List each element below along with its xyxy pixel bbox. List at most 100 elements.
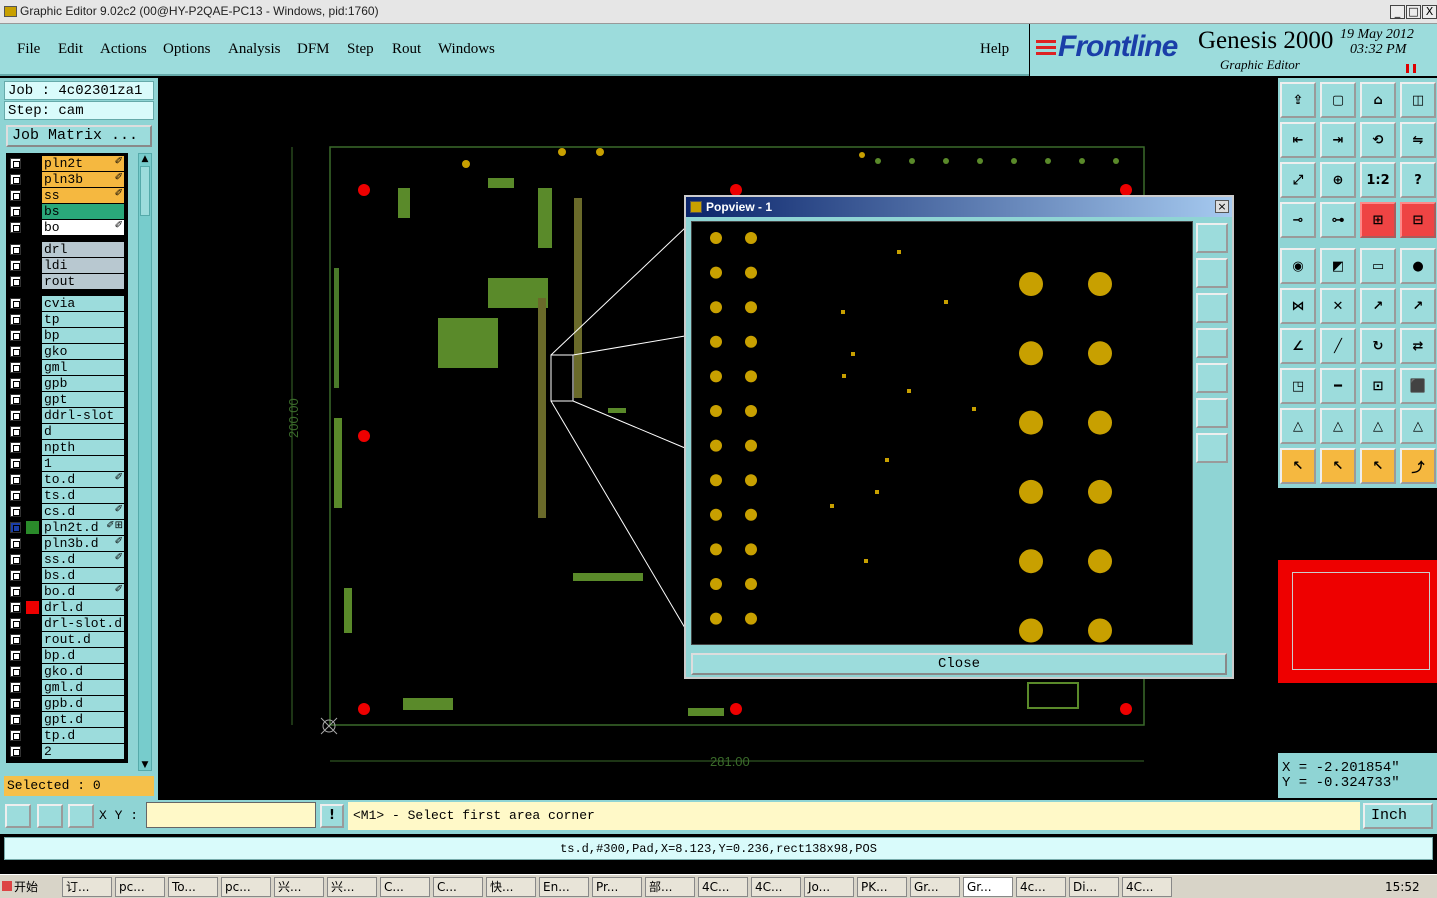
flip-icon[interactable]: ⇄ (1400, 328, 1436, 364)
layer-row[interactable]: pln2t ✐ (6, 156, 128, 171)
snap-icon[interactable] (5, 804, 31, 828)
snap-icon[interactable]: ⇋ (1400, 122, 1436, 158)
layer-name[interactable]: gml (42, 360, 124, 375)
color-icon[interactable]: ◩ (1320, 248, 1356, 284)
layer-checkbox[interactable] (10, 394, 21, 405)
layer-row[interactable]: rout.d (6, 632, 128, 647)
layer-checkbox[interactable] (10, 158, 21, 169)
popview-close-button[interactable]: Close (691, 653, 1227, 675)
layer-checkbox[interactable] (10, 570, 21, 581)
layer-row[interactable]: gpb (6, 376, 128, 391)
layer-row[interactable]: drl.d (6, 600, 128, 615)
layer-checkbox[interactable] (10, 314, 21, 325)
connect-icon[interactable]: ⋈ (1280, 288, 1316, 324)
layer-name[interactable]: cs.d (42, 504, 124, 519)
taskbar-item[interactable]: Pr... (592, 877, 642, 897)
zoom-fit-icon[interactable]: ⤢ (1280, 162, 1316, 198)
layer-checkbox[interactable] (10, 276, 21, 287)
rotate-icon[interactable]: ↻ (1360, 328, 1396, 364)
menu-windows[interactable]: Windows (438, 41, 495, 58)
taskbar-item[interactable]: C... (380, 877, 430, 897)
layer-name[interactable]: rout.d (42, 632, 124, 647)
tri3-icon[interactable]: △ (1360, 408, 1396, 444)
layer-row[interactable]: ldi (6, 258, 128, 273)
layer-row[interactable]: 1 (6, 456, 128, 471)
layer-name[interactable]: gpt.d (42, 712, 124, 727)
layer-row[interactable]: pln3b ✐ (6, 172, 128, 187)
layer-name[interactable]: drl-slot.d (42, 616, 124, 631)
cross-icon[interactable]: ✕ (1320, 288, 1356, 324)
taskbar-item[interactable]: Gr... (910, 877, 960, 897)
pop-zoom-in-icon[interactable] (1196, 223, 1228, 253)
taskbar-item[interactable]: Jo... (804, 877, 854, 897)
select2-icon[interactable]: ↖ (1360, 448, 1396, 484)
layer-checkbox[interactable] (10, 362, 21, 373)
taskbar-item[interactable]: PK... (857, 877, 907, 897)
layer-name[interactable]: npth (42, 440, 124, 455)
layer-name[interactable]: drl (42, 242, 124, 257)
layer-row[interactable]: gko (6, 344, 128, 359)
line-icon[interactable]: ╱ (1320, 328, 1356, 364)
menu-options[interactable]: Options (163, 41, 211, 58)
layer-row[interactable]: bp (6, 328, 128, 343)
step-icon[interactable]: ⟲ (1360, 122, 1396, 158)
layer-row[interactable]: gpb.d (6, 696, 128, 711)
grid-icon[interactable] (68, 804, 94, 828)
taskbar-item[interactable]: Di... (1069, 877, 1119, 897)
layer-checkbox[interactable] (10, 506, 21, 517)
zoom-icon[interactable]: ⊕ (1320, 162, 1356, 198)
taskbar-item[interactable]: 部... (645, 877, 695, 897)
layer-row[interactable]: pln2t.d ✐⊞ (6, 520, 128, 535)
layer-checkbox[interactable] (10, 222, 21, 233)
path-icon[interactable]: ⤴ (1400, 448, 1436, 484)
home-icon[interactable]: ⌂ (1360, 82, 1396, 118)
layer-row[interactable]: ts.d (6, 488, 128, 503)
layer-name[interactable]: bs (42, 204, 124, 219)
circle-icon[interactable]: ◉ (1280, 248, 1316, 284)
help-icon[interactable]: ? (1400, 162, 1436, 198)
layer-checkbox[interactable] (10, 666, 21, 677)
taskbar-item[interactable]: 4c... (1016, 877, 1066, 897)
close-window-button[interactable]: X (1422, 5, 1437, 19)
layer-name[interactable]: pln2t (42, 156, 124, 171)
layer-name[interactable]: bs.d (42, 568, 124, 583)
taskbar-item[interactable]: 订... (62, 877, 112, 897)
ruler-icon[interactable]: ▭ (1360, 248, 1396, 284)
layer-name[interactable]: pln3b.d (42, 536, 124, 551)
layer-row[interactable]: gko.d (6, 664, 128, 679)
save-icon[interactable]: ⇪ (1280, 82, 1316, 118)
layer-name[interactable]: ddrl-slot (42, 408, 124, 423)
measure-icon[interactable]: ⊸ (1280, 202, 1316, 238)
layer-name[interactable]: ss.d (42, 552, 124, 567)
menu-step[interactable]: Step (347, 41, 374, 58)
maximize-button[interactable]: □ (1406, 5, 1421, 19)
taskbar-item[interactable]: pc... (115, 877, 165, 897)
layer-row[interactable]: tp.d (6, 728, 128, 743)
layer-checkbox[interactable] (10, 410, 21, 421)
layer-checkbox[interactable] (10, 298, 21, 309)
tri4-icon[interactable]: △ (1400, 408, 1436, 444)
pause-icon[interactable] (1406, 64, 1416, 73)
layer-checkbox[interactable] (10, 746, 21, 757)
box-icon[interactable]: ◳ (1280, 368, 1316, 404)
layer-row[interactable]: bs (6, 204, 128, 219)
layer-checkbox[interactable] (10, 260, 21, 271)
layer-row[interactable]: cs.d ✐ (6, 504, 128, 519)
layer-row[interactable]: pln3b.d ✐ (6, 536, 128, 551)
layer-row[interactable]: 2 (6, 744, 128, 759)
center-icon[interactable]: ⊡ (1360, 368, 1396, 404)
scroll-up-icon[interactable]: ▲ (140, 154, 150, 164)
layer-row[interactable]: ss.d ✐ (6, 552, 128, 567)
menu-dfm[interactable]: DFM (297, 41, 330, 58)
units-dropdown[interactable]: Inch (1363, 803, 1433, 829)
pop-fit-icon[interactable] (1196, 398, 1228, 428)
layer-row[interactable]: to.d ✐ (6, 472, 128, 487)
layer-name[interactable]: bo (42, 220, 124, 235)
taskbar-item[interactable]: En... (539, 877, 589, 897)
shapes-icon[interactable]: ⬛ (1400, 368, 1436, 404)
angle-snap-icon[interactable] (37, 804, 63, 828)
scale-icon[interactable]: 1:2 (1360, 162, 1396, 198)
menu-edit[interactable]: Edit (58, 41, 83, 58)
menu-rout[interactable]: Rout (392, 41, 421, 58)
layer-name[interactable]: bo.d (42, 584, 124, 599)
